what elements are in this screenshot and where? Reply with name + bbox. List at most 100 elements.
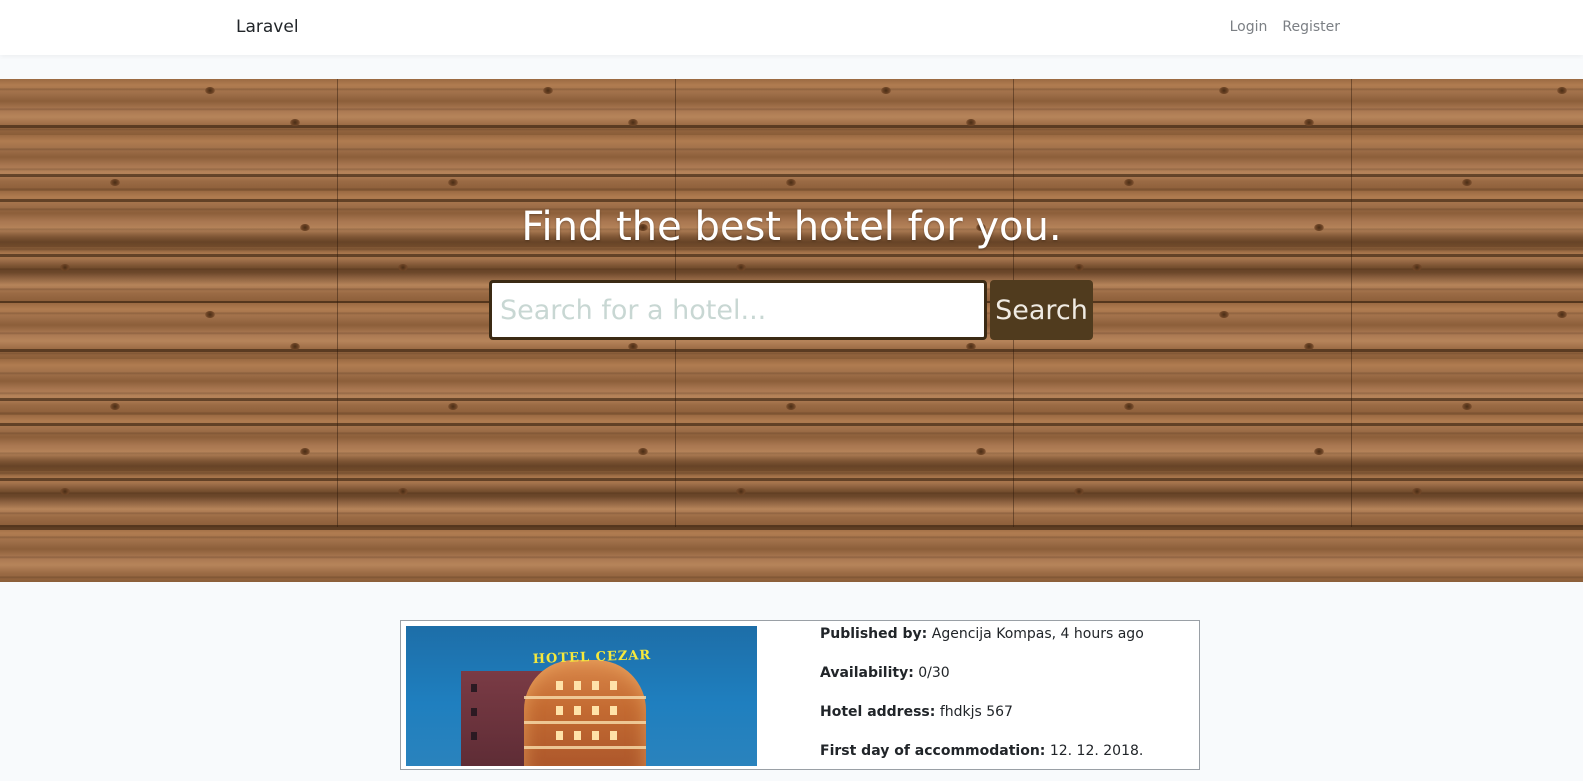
plank-gap bbox=[0, 349, 338, 352]
plank-gap bbox=[0, 125, 338, 128]
window bbox=[574, 706, 581, 715]
balcony bbox=[524, 696, 646, 699]
plank-gap bbox=[338, 398, 676, 401]
wood-knot bbox=[976, 448, 986, 455]
wood-knot bbox=[1074, 488, 1084, 495]
brand-link[interactable]: Laravel bbox=[236, 17, 299, 37]
plank-gap bbox=[0, 423, 338, 426]
wood-knot bbox=[1412, 488, 1422, 495]
wood-knot bbox=[290, 119, 300, 126]
plank-gap bbox=[338, 174, 676, 177]
wood-grain-band bbox=[1014, 483, 1352, 509]
window bbox=[471, 708, 477, 716]
wood-knot bbox=[1304, 343, 1314, 350]
plank-gap bbox=[0, 527, 1583, 530]
wood-tile bbox=[338, 79, 676, 304]
hotel-search-input[interactable] bbox=[489, 280, 987, 340]
wood-knot bbox=[60, 264, 70, 271]
top-navbar: Laravel Login Register bbox=[0, 0, 1583, 55]
wood-knot bbox=[786, 179, 796, 186]
availability-value: 0/30 bbox=[918, 665, 950, 681]
wood-knot bbox=[736, 488, 746, 495]
window bbox=[592, 681, 599, 690]
window bbox=[556, 681, 563, 690]
wood-knot bbox=[300, 448, 310, 455]
wood-knot bbox=[628, 343, 638, 350]
wood-knot bbox=[1304, 119, 1314, 126]
window bbox=[556, 731, 563, 740]
wood-knot bbox=[543, 87, 553, 94]
plank-gap bbox=[1014, 199, 1352, 202]
plank-gap bbox=[676, 349, 1014, 352]
wood-knot bbox=[1124, 403, 1134, 410]
plank-gap bbox=[1352, 349, 1583, 352]
wood-knot bbox=[1462, 403, 1472, 410]
plank-gap bbox=[1352, 174, 1583, 177]
published-by-label: Published by: bbox=[820, 626, 928, 642]
wood-knot bbox=[1074, 264, 1084, 271]
hero-title: Find the best hotel for you. bbox=[521, 204, 1062, 250]
wood-grain-band bbox=[0, 259, 338, 285]
wood-grain-band bbox=[1352, 259, 1583, 285]
plank-gap bbox=[0, 398, 338, 401]
wood-tile bbox=[0, 79, 338, 304]
wood-grain-band bbox=[1352, 453, 1583, 479]
wood-grain-band bbox=[0, 453, 338, 479]
hotel-sign-text: HOTEL CEZAR bbox=[532, 647, 652, 668]
wood-knot bbox=[1412, 264, 1422, 271]
plank-gap bbox=[338, 199, 676, 202]
wood-knot bbox=[60, 488, 70, 495]
wood-tile bbox=[1014, 79, 1352, 304]
plank-gap bbox=[1352, 398, 1583, 401]
wood-knot bbox=[398, 488, 408, 495]
wood-knot bbox=[448, 403, 458, 410]
hotel-search-form: Search bbox=[489, 280, 1094, 340]
window bbox=[592, 706, 599, 715]
wood-knot bbox=[110, 403, 120, 410]
wood-knot bbox=[881, 87, 891, 94]
plank-gap bbox=[1352, 423, 1583, 426]
window bbox=[574, 681, 581, 690]
window bbox=[574, 731, 581, 740]
balcony bbox=[524, 746, 646, 749]
wood-knot bbox=[1219, 311, 1229, 318]
login-link[interactable]: Login bbox=[1230, 19, 1268, 35]
window bbox=[556, 706, 563, 715]
hotel-image[interactable]: HOTEL CEZAR bbox=[406, 626, 757, 766]
window bbox=[471, 684, 477, 692]
wood-grain-band bbox=[338, 453, 676, 479]
wood-knot bbox=[1462, 179, 1472, 186]
plank-gap bbox=[1014, 398, 1352, 401]
wood-knot bbox=[290, 343, 300, 350]
address-row: Hotel address: fhdkjs 567 bbox=[820, 703, 1190, 722]
plank-gap bbox=[338, 125, 676, 128]
plank-gap bbox=[1014, 423, 1352, 426]
wood-tile bbox=[1352, 79, 1583, 304]
wood-knot bbox=[966, 343, 976, 350]
wood-grain-band bbox=[676, 483, 1014, 509]
plank-gap bbox=[676, 174, 1014, 177]
register-link[interactable]: Register bbox=[1282, 19, 1340, 35]
wood-grain-band bbox=[676, 453, 1014, 479]
wood-knot bbox=[966, 119, 976, 126]
plank-gap bbox=[676, 125, 1014, 128]
balcony bbox=[524, 721, 646, 724]
address-value: fhdkjs 567 bbox=[939, 704, 1013, 720]
plank-gap bbox=[1014, 174, 1352, 177]
wood-tile bbox=[0, 303, 338, 528]
wood-knot bbox=[448, 179, 458, 186]
wood-knot bbox=[1557, 87, 1567, 94]
wood-knot bbox=[110, 179, 120, 186]
plank-gap bbox=[1014, 125, 1352, 128]
wood-knot bbox=[638, 448, 648, 455]
availability-row: Availability: 0/30 bbox=[820, 664, 1190, 683]
window bbox=[610, 681, 617, 690]
window bbox=[610, 731, 617, 740]
wood-knot bbox=[1314, 448, 1324, 455]
hotel-card[interactable]: HOTEL CEZAR Published by: Agencija Kompa… bbox=[400, 620, 1200, 770]
wood-grain-band bbox=[1014, 453, 1352, 479]
wood-knot bbox=[205, 87, 215, 94]
wood-tile bbox=[676, 79, 1014, 304]
plank-gap bbox=[1014, 349, 1352, 352]
search-button[interactable]: Search bbox=[990, 280, 1093, 340]
